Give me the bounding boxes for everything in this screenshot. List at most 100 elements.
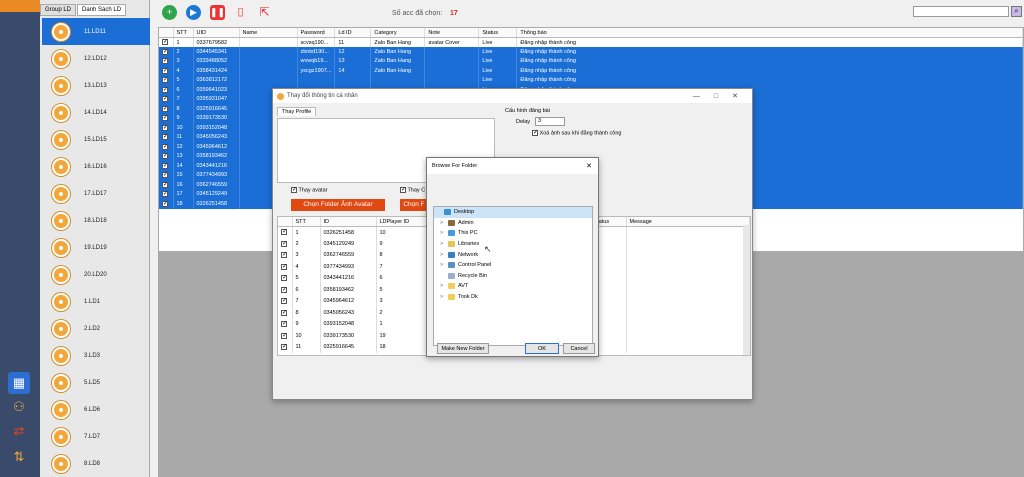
row-checkbox[interactable] bbox=[159, 142, 174, 152]
row-checkbox[interactable] bbox=[159, 75, 174, 85]
ld-item[interactable]: 13.LD13 bbox=[42, 72, 150, 99]
column-header[interactable]: Status bbox=[478, 28, 518, 38]
row-checkbox[interactable] bbox=[159, 66, 174, 76]
swap-icon[interactable]: ⇄ bbox=[8, 420, 30, 442]
ld-item[interactable]: 15.LD15 bbox=[42, 126, 150, 153]
ld-item[interactable]: 5.LD5 bbox=[42, 369, 150, 396]
table-row[interactable]: 30333488052 wvwqb19...13Zalo Ban Hang Live… bbox=[159, 56, 1023, 66]
row-checkbox[interactable] bbox=[278, 249, 293, 261]
tab-group-ld[interactable]: Group LD bbox=[40, 4, 77, 16]
column-header[interactable]: Thông báo bbox=[516, 28, 1023, 38]
tree-node[interactable]: > Control Panel bbox=[434, 260, 592, 271]
row-checkbox[interactable] bbox=[278, 284, 293, 296]
stop-icon[interactable]: ❚❚ bbox=[210, 5, 225, 20]
table-row[interactable]: 10337679582 scvsq190...11Zalo Ban Hangava… bbox=[159, 37, 1023, 47]
search-icon[interactable]: ⌕ bbox=[1011, 6, 1022, 17]
ld-item[interactable]: 19.LD19 bbox=[42, 234, 150, 261]
dialog-scrollbar[interactable] bbox=[743, 225, 750, 355]
row-checkbox[interactable] bbox=[278, 330, 293, 342]
ld-item[interactable]: 12.LD12 bbox=[42, 45, 150, 72]
tree-node[interactable]: > AVT bbox=[434, 281, 592, 292]
dialog-column-header[interactable]: ID bbox=[320, 217, 377, 227]
tree-node[interactable]: > This PC bbox=[434, 228, 592, 239]
ld-item[interactable]: 2.LD2 bbox=[42, 315, 150, 342]
expand-arrow-icon[interactable]: > bbox=[440, 252, 446, 258]
ok-button[interactable]: OK bbox=[525, 343, 559, 354]
cursor-icon[interactable]: ⇱ bbox=[257, 5, 272, 20]
tab-thay-profile[interactable]: Thay Profile bbox=[277, 107, 317, 116]
tab-danh-sach-ld[interactable]: Danh Sách LD bbox=[77, 4, 127, 16]
row-checkbox[interactable] bbox=[278, 272, 293, 284]
row-checkbox[interactable] bbox=[159, 94, 174, 104]
expand-arrow-icon[interactable]: > bbox=[440, 241, 446, 247]
row-checkbox[interactable] bbox=[278, 238, 293, 250]
row-checkbox[interactable] bbox=[159, 104, 174, 114]
table-row[interactable]: 40358431424 yscgz1907...14Zalo Ban Hang Li… bbox=[159, 66, 1023, 76]
row-checkbox[interactable] bbox=[159, 199, 174, 209]
row-checkbox[interactable] bbox=[278, 341, 293, 353]
row-checkbox[interactable] bbox=[278, 307, 293, 319]
tree-node[interactable]: > Admin bbox=[434, 218, 592, 229]
row-checkbox[interactable] bbox=[159, 161, 174, 171]
row-checkbox[interactable] bbox=[278, 318, 293, 330]
expand-arrow-icon[interactable]: > bbox=[440, 230, 446, 236]
row-checkbox[interactable] bbox=[159, 85, 174, 95]
table-row[interactable]: 20344545341 zbnkd190...12Zalo Ban Hang Liv… bbox=[159, 47, 1023, 57]
thay-cover-checkbox[interactable]: Thay C bbox=[400, 186, 425, 193]
column-header[interactable]: Password bbox=[297, 28, 336, 38]
choose-avatar-folder-button[interactable]: Chọn Folder Ảnh Avatar bbox=[291, 199, 385, 211]
ld-item[interactable]: 11.LD11 bbox=[42, 18, 150, 45]
row-checkbox[interactable] bbox=[159, 180, 174, 190]
row-checkbox[interactable] bbox=[159, 170, 174, 180]
ld-item[interactable]: 3.LD3 bbox=[42, 342, 150, 369]
make-new-folder-button[interactable]: Make New Folder bbox=[437, 343, 489, 354]
row-checkbox[interactable] bbox=[278, 261, 293, 273]
column-header[interactable]: Name bbox=[239, 28, 298, 38]
ld-item[interactable]: 20.LD20 bbox=[42, 261, 150, 288]
expand-arrow-icon[interactable]: > bbox=[440, 262, 446, 268]
row-checkbox[interactable] bbox=[278, 226, 293, 238]
delete-after-post[interactable]: Xoá ảnh sau khi đăng thành công bbox=[532, 129, 622, 136]
row-checkbox[interactable] bbox=[159, 132, 174, 142]
vibrate-icon[interactable]: ▯ bbox=[233, 5, 248, 20]
tree-node[interactable]: Desktop bbox=[434, 207, 592, 218]
tree-node[interactable]: Recycle Bin bbox=[434, 271, 592, 282]
window-controls[interactable]: —□✕ bbox=[693, 92, 752, 100]
search-input[interactable] bbox=[913, 6, 1009, 17]
tree-node[interactable]: > Libraries bbox=[434, 239, 592, 250]
row-checkbox[interactable] bbox=[159, 189, 174, 199]
ld-item[interactable]: 7.LD7 bbox=[42, 423, 150, 450]
ld-item[interactable]: 6.LD6 bbox=[42, 396, 150, 423]
dialog-column-header[interactable]: STT bbox=[292, 217, 321, 227]
play-icon[interactable]: ▶ bbox=[186, 5, 201, 20]
ld-item[interactable]: 1.LD1 bbox=[42, 288, 150, 315]
ld-item[interactable]: 17.LD17 bbox=[42, 180, 150, 207]
row-checkbox[interactable] bbox=[159, 37, 174, 47]
ld-item[interactable]: 8.LD8 bbox=[42, 450, 150, 477]
add-icon[interactable]: + bbox=[162, 5, 177, 20]
thay-avatar-checkbox[interactable]: Thay avatar bbox=[291, 186, 327, 193]
row-checkbox[interactable] bbox=[159, 151, 174, 161]
row-checkbox[interactable] bbox=[278, 295, 293, 307]
dialog-column-header[interactable]: Message bbox=[626, 217, 750, 227]
column-header[interactable]: STT bbox=[173, 28, 194, 38]
dialog-column-header[interactable] bbox=[278, 217, 293, 227]
tree-node[interactable]: > Network bbox=[434, 249, 592, 260]
ld-item[interactable]: 18.LD18 bbox=[42, 207, 150, 234]
ld-item[interactable]: 16.LD16 bbox=[42, 153, 150, 180]
column-header[interactable] bbox=[159, 28, 174, 38]
row-checkbox[interactable] bbox=[159, 113, 174, 123]
calendar-icon[interactable]: ▦ bbox=[8, 372, 30, 394]
column-header[interactable]: UID bbox=[193, 28, 240, 38]
column-header[interactable]: Category bbox=[370, 28, 426, 38]
row-checkbox[interactable] bbox=[159, 56, 174, 66]
expand-arrow-icon[interactable]: > bbox=[440, 294, 446, 300]
column-header[interactable]: Ld ID bbox=[334, 28, 372, 38]
tree-node[interactable]: > Took Dk bbox=[434, 292, 592, 303]
choose-cover-folder-button[interactable]: Chọn F bbox=[400, 199, 428, 211]
row-checkbox[interactable] bbox=[159, 47, 174, 57]
cancel-button[interactable]: Cancel bbox=[563, 343, 595, 354]
expand-arrow-icon[interactable]: > bbox=[440, 283, 446, 289]
row-checkbox[interactable] bbox=[159, 123, 174, 133]
table-row[interactable]: 50363812172 LiveĐăng nhập thành công bbox=[159, 75, 1023, 85]
